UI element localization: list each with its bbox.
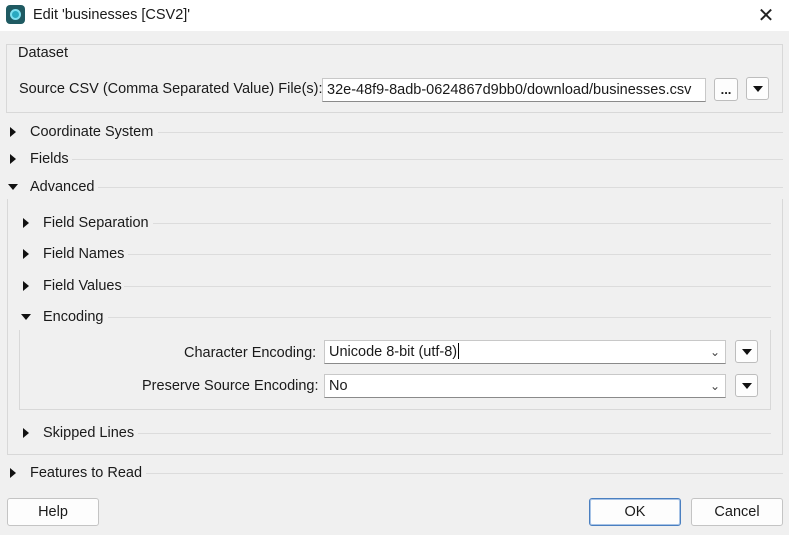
text-cursor (458, 343, 460, 359)
section-fields[interactable]: Fields (6, 149, 69, 169)
character-encoding-select[interactable]: Unicode 8-bit (utf-8) ⌄ (324, 340, 726, 364)
section-label: Advanced (30, 179, 95, 195)
window-title: Edit 'businesses [CSV2]' (33, 7, 191, 23)
close-icon[interactable]: ✕ (743, 0, 789, 31)
cancel-button-label: Cancel (714, 504, 760, 520)
subsection-encoding[interactable]: Encoding (19, 307, 103, 327)
section-label: Fields (30, 151, 69, 167)
character-encoding-label: Character Encoding: (184, 345, 317, 361)
divider (128, 254, 771, 255)
chevron-down-icon: ⌄ (709, 379, 720, 393)
character-encoding-menu-button[interactable] (735, 340, 758, 363)
triangle-down-icon (741, 348, 752, 355)
preserve-encoding-value: No (329, 378, 348, 394)
cancel-button[interactable]: Cancel (691, 498, 783, 526)
help-button-label: Help (38, 504, 68, 520)
divider (158, 132, 783, 133)
advanced-panel (7, 199, 783, 455)
section-advanced[interactable]: Advanced (6, 177, 95, 197)
expand-arrow-icon (19, 426, 37, 440)
app-icon (6, 5, 25, 24)
expand-arrow-icon (19, 279, 37, 293)
section-features-to-read[interactable]: Features to Read (6, 463, 142, 483)
ok-button[interactable]: OK (589, 498, 681, 526)
ok-button-label: OK (624, 504, 646, 520)
subsection-label: Encoding (43, 309, 104, 325)
dataset-group-label: Dataset (18, 45, 68, 61)
subsection-skipped-lines[interactable]: Skipped Lines (19, 423, 134, 443)
preserve-encoding-menu-button[interactable] (735, 374, 758, 397)
divider (124, 286, 771, 287)
triangle-down-icon (752, 85, 763, 92)
divider (98, 187, 783, 188)
expand-arrow-icon (19, 216, 37, 230)
expand-arrow-icon (6, 125, 24, 139)
subsection-label: Field Names (43, 246, 125, 262)
source-menu-button[interactable] (746, 77, 769, 100)
collapse-arrow-icon (6, 180, 24, 194)
triangle-down-icon (741, 382, 752, 389)
expand-arrow-icon (19, 247, 37, 261)
help-button[interactable]: Help (7, 498, 99, 526)
section-label: Features to Read (30, 465, 143, 481)
source-file-input[interactable]: 32e-48f9-8adb-0624867d9bb0/download/busi… (322, 78, 706, 102)
divider (153, 223, 771, 224)
expand-arrow-icon (6, 152, 24, 166)
browse-button-label: ... (720, 82, 732, 97)
preserve-encoding-label: Preserve Source Encoding: (142, 378, 319, 394)
subsection-label: Field Values (43, 278, 122, 294)
preserve-encoding-select[interactable]: No ⌄ (324, 374, 726, 398)
character-encoding-value: Unicode 8-bit (utf-8) (329, 344, 458, 360)
subsection-field-names[interactable]: Field Names (19, 244, 124, 264)
subsection-label: Skipped Lines (43, 425, 135, 441)
title-bar: Edit 'businesses [CSV2]' ✕ (0, 0, 789, 31)
source-file-label: Source CSV (Comma Separated Value) File(… (19, 81, 323, 97)
divider (72, 159, 783, 160)
divider (138, 433, 771, 434)
browse-button[interactable]: ... (714, 78, 738, 101)
chevron-down-icon: ⌄ (709, 345, 720, 359)
expand-arrow-icon (6, 466, 24, 480)
divider (108, 317, 771, 318)
section-coordinate-system[interactable]: Coordinate System (6, 122, 153, 142)
subsection-label: Field Separation (43, 215, 149, 231)
subsection-field-values[interactable]: Field Values (19, 276, 122, 296)
section-label: Coordinate System (30, 124, 154, 140)
divider (146, 473, 783, 474)
source-file-value: 32e-48f9-8adb-0624867d9bb0/download/busi… (327, 82, 692, 98)
subsection-field-separation[interactable]: Field Separation (19, 213, 149, 233)
collapse-arrow-icon (19, 310, 37, 324)
